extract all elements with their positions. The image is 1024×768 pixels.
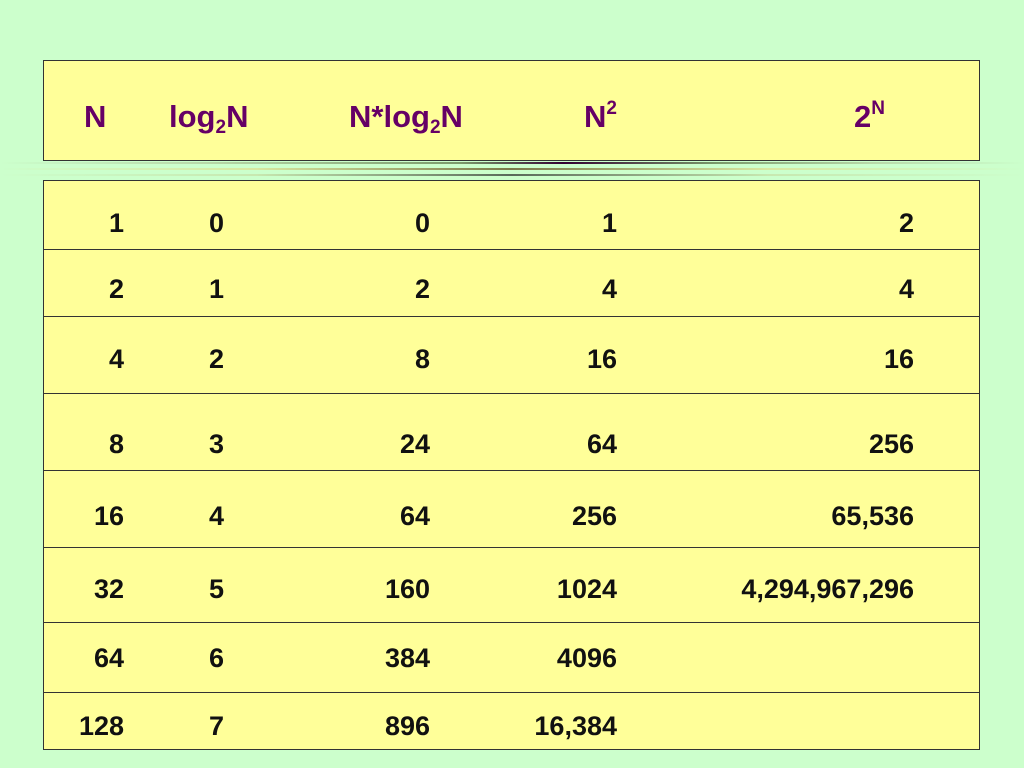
cell-log2n: 0 xyxy=(208,208,224,238)
header-nlog2n: N*log2N xyxy=(349,99,463,138)
row-divider xyxy=(44,316,979,317)
cell-n: 1 xyxy=(108,208,124,238)
cell-n: 4 xyxy=(108,344,124,374)
cell-n: 128 xyxy=(78,711,124,741)
row-divider xyxy=(44,470,979,471)
cell-log2n: 6 xyxy=(208,643,224,673)
header-n-squared-exponent: 2 xyxy=(606,98,617,119)
cell-two-to-n: 256 xyxy=(868,429,914,459)
header-nlog2n-prefix: N*log xyxy=(349,99,430,134)
cell-two-to-n: 16 xyxy=(883,344,914,374)
cell-n: 8 xyxy=(108,429,124,459)
row-divider xyxy=(44,692,979,693)
cell-nlog2n: 8 xyxy=(414,344,430,374)
cell-n-squared: 1 xyxy=(601,208,617,238)
cell-nlog2n: 384 xyxy=(384,643,430,673)
cell-nlog2n: 24 xyxy=(399,429,430,459)
cell-n-squared: 1024 xyxy=(556,574,617,604)
cell-n-squared: 16 xyxy=(586,344,617,374)
cell-two-to-n: 4,294,967,296 xyxy=(741,574,914,604)
cell-log2n: 1 xyxy=(208,274,224,304)
row-divider xyxy=(44,622,979,623)
cell-n-squared: 64 xyxy=(586,429,617,459)
cell-n-squared: 16,384 xyxy=(534,711,617,741)
cell-two-to-n: 65,536 xyxy=(831,501,914,531)
cell-n-squared: 256 xyxy=(571,501,617,531)
cell-n: 2 xyxy=(108,274,124,304)
header-two-to-n-exponent: N xyxy=(871,98,885,119)
header-nlog2n-subscript: 2 xyxy=(429,117,441,138)
cell-nlog2n: 64 xyxy=(399,501,430,531)
row-divider xyxy=(44,547,979,548)
header-n-squared: N2 xyxy=(584,99,617,135)
cell-nlog2n: 896 xyxy=(384,711,430,741)
cell-nlog2n: 2 xyxy=(414,274,430,304)
header-n-label: N xyxy=(84,99,107,134)
header-nlog2n-suffix: N xyxy=(440,99,463,134)
divider-rule-middle xyxy=(0,168,1024,170)
header-n-squared-base: N xyxy=(584,99,607,134)
row-divider xyxy=(44,393,979,394)
cell-two-to-n: 2 xyxy=(898,208,914,238)
cell-log2n: 4 xyxy=(208,501,224,531)
cell-nlog2n: 0 xyxy=(414,208,430,238)
header-two-to-n-base: 2 xyxy=(854,99,872,134)
cell-n: 16 xyxy=(93,501,124,531)
cell-n: 32 xyxy=(93,574,124,604)
data-table: 1 0 0 1 2 2 1 2 4 4 4 2 8 16 16 8 3 24 64 256 16 4 64 256 65,536… xyxy=(43,180,980,750)
cell-log2n: 5 xyxy=(208,574,224,604)
cell-n: 64 xyxy=(93,643,124,673)
cell-two-to-n: 4 xyxy=(898,274,914,304)
cell-n-squared: 4096 xyxy=(556,643,617,673)
cell-log2n: 2 xyxy=(208,344,224,374)
cell-n-squared: 4 xyxy=(601,274,617,304)
header-log2n-subscript: 2 xyxy=(215,117,227,138)
divider-rule-bottom xyxy=(0,174,1024,176)
divider-rule-top xyxy=(0,162,1024,164)
header-n: N xyxy=(84,99,106,135)
header-log2n: log2N xyxy=(169,99,249,138)
header-log2n-suffix: N xyxy=(226,99,249,134)
header-log2n-base: log xyxy=(169,99,216,134)
row-divider xyxy=(44,249,979,250)
header-panel: N log2N N*log2N N2 2N xyxy=(43,60,980,161)
cell-log2n: 3 xyxy=(208,429,224,459)
cell-nlog2n: 160 xyxy=(384,574,430,604)
header-two-to-n: 2N xyxy=(854,99,885,135)
cell-log2n: 7 xyxy=(208,711,224,741)
